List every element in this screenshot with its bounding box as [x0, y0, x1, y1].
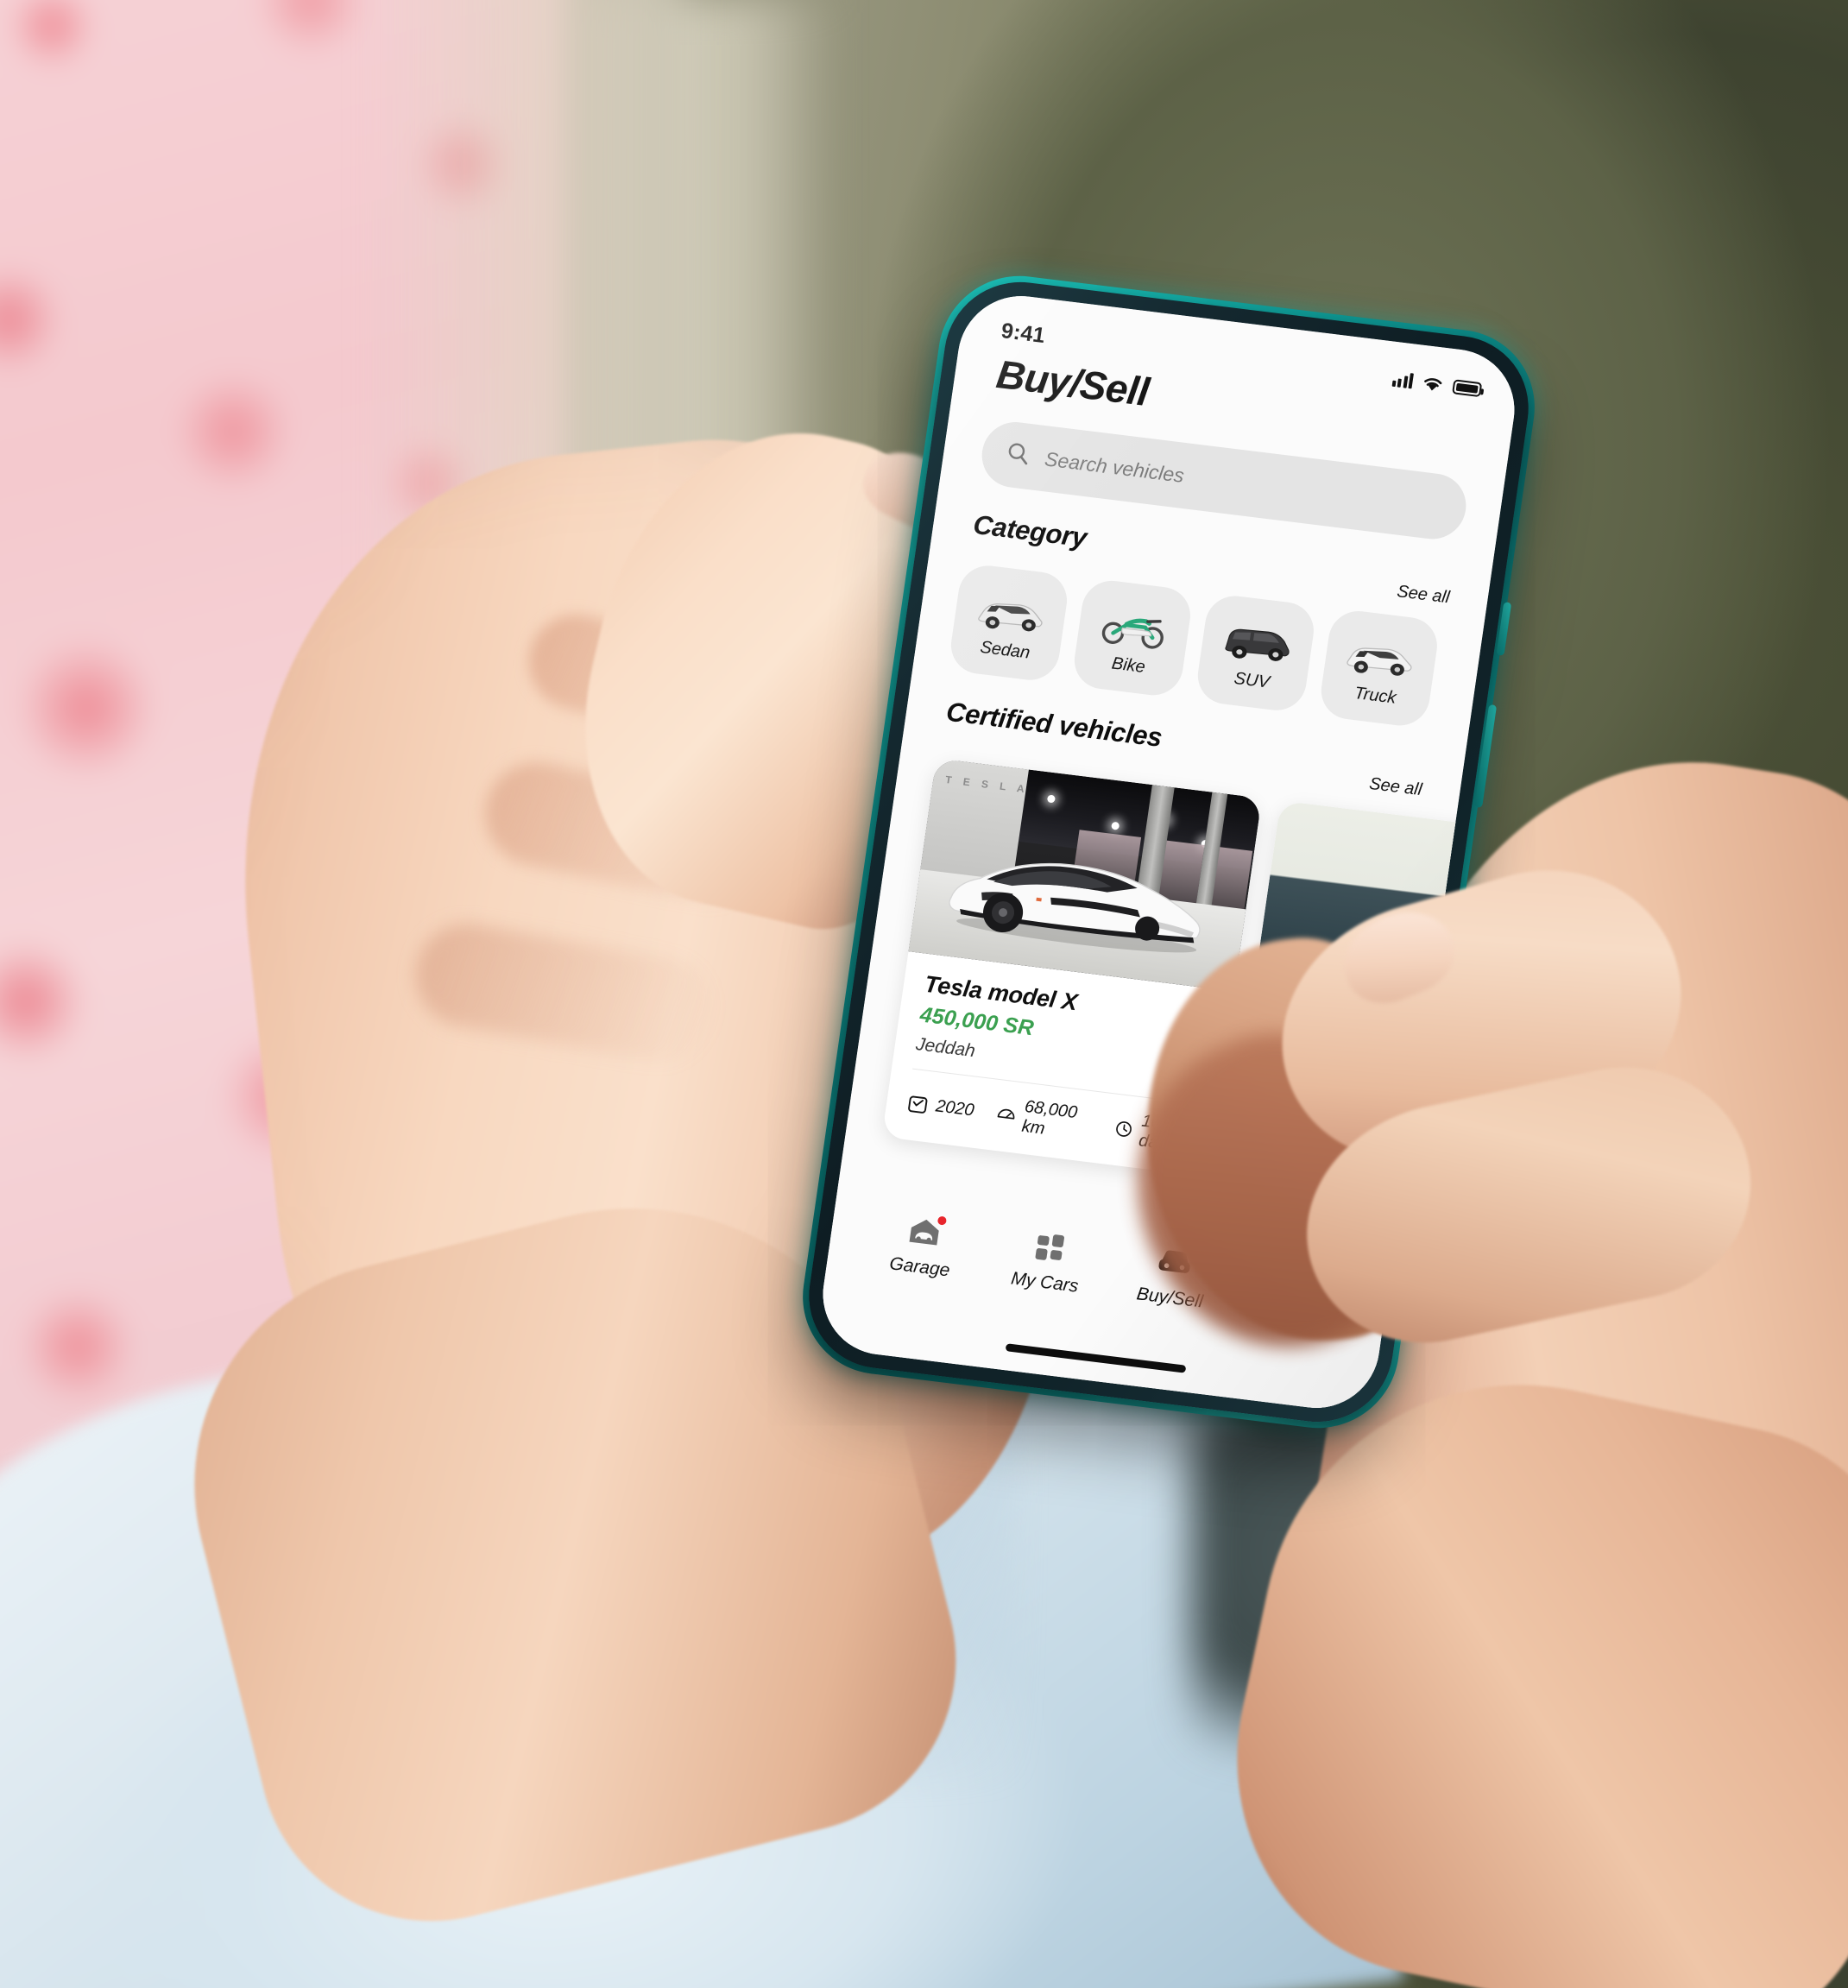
- photo-scene: 9:41 Buy/Sell Search vehicles Category S…: [0, 0, 1848, 1988]
- home-indicator: [1005, 1343, 1187, 1373]
- grid-icon: [1030, 1226, 1069, 1267]
- wifi-icon: [1421, 375, 1444, 393]
- garage-icon: [904, 1210, 949, 1253]
- status-icons: [1391, 371, 1483, 397]
- suv-car-icon: [1217, 611, 1298, 673]
- sedan-car-icon: [970, 581, 1051, 643]
- search-icon: [1005, 440, 1031, 470]
- certified-title: Certified vehicles: [944, 696, 1164, 753]
- battery-full-icon: [1452, 378, 1483, 397]
- vehicle-photo: T E S L A: [908, 758, 1262, 992]
- category-item-bike[interactable]: Bike: [1070, 577, 1195, 699]
- tab-label: My Cars: [1009, 1268, 1080, 1297]
- notification-badge: [935, 1214, 949, 1228]
- category-label: SUV: [1233, 668, 1271, 692]
- tab-garage[interactable]: Garage: [855, 1205, 990, 1285]
- tab-label: Garage: [888, 1253, 951, 1281]
- tab-my-cars[interactable]: My Cars: [981, 1221, 1115, 1301]
- vehicle-stat-mileage: 68,000 km: [993, 1094, 1095, 1145]
- category-title: Category: [971, 508, 1089, 553]
- motorbike-icon: [1094, 596, 1175, 659]
- calendar-icon: [908, 1095, 928, 1114]
- category-item-truck[interactable]: Truck: [1317, 608, 1441, 729]
- vehicle-stat-year: 2020: [906, 1092, 975, 1120]
- truck-car-icon: [1340, 627, 1422, 689]
- category-item-sedan[interactable]: Sedan: [947, 562, 1071, 684]
- odometer-icon: [997, 1108, 1014, 1120]
- status-time: 9:41: [1000, 318, 1047, 348]
- stat-value: 68,000 km: [1020, 1096, 1079, 1139]
- stat-value: 2020: [934, 1095, 976, 1120]
- cellular-signal-icon: [1391, 371, 1414, 389]
- category-label: Bike: [1110, 653, 1147, 677]
- category-label: Sedan: [979, 637, 1031, 663]
- clock-icon: [1116, 1121, 1132, 1137]
- certified-see-all-link[interactable]: See all: [1368, 774, 1423, 800]
- category-item-suv[interactable]: SUV: [1194, 592, 1318, 714]
- category-label: Truck: [1353, 683, 1397, 708]
